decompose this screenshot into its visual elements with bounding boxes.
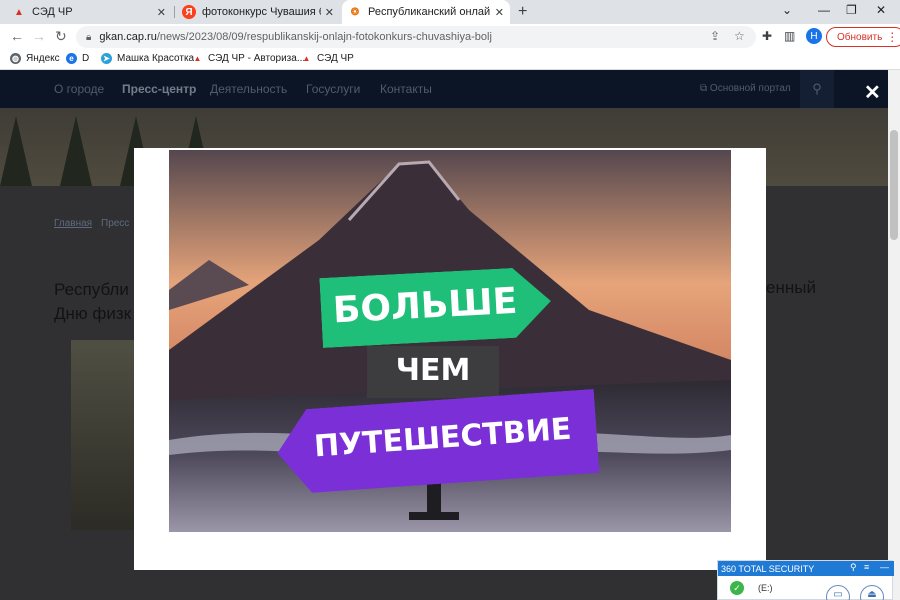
minimize-icon[interactable]: — — [818, 3, 830, 17]
url-path: /news/2023/08/09/respublikanskij-onlajn-… — [156, 31, 492, 43]
address-bar[interactable]: 🔒︎ gkan.cap.ru/news/2023/08/09/respublik… — [76, 26, 756, 48]
eject-icon[interactable]: ⏏ — [860, 585, 884, 600]
yandex-favicon-icon: Я — [182, 5, 196, 19]
cap-favicon-icon: ❂ — [350, 6, 360, 18]
share-icon[interactable]: ⇪ — [710, 29, 720, 43]
window-close-icon[interactable]: ✕ — [876, 3, 886, 17]
bookmark-yandex[interactable]: ◍ Яндекс — [10, 53, 60, 64]
restore-icon[interactable]: ❐ — [846, 3, 857, 17]
close-tab-icon[interactable]: ✕ — [495, 6, 504, 19]
tab-title: фотоконкурс Чувашия больше — [202, 6, 321, 18]
sign-puteshestvie-text: ПУТЕШЕСТВИЕ — [312, 411, 573, 465]
tab-divider — [174, 6, 175, 18]
widget-title: 360 TOTAL SECURITY — [721, 563, 815, 574]
close-tab-icon[interactable]: ✕ — [157, 6, 166, 19]
lightbox-close-icon[interactable]: ✕ — [864, 80, 881, 105]
url-host: gkan.cap.ru — [99, 31, 157, 43]
forward-icon[interactable]: → — [32, 28, 46, 44]
bookmark-d[interactable]: e D — [66, 53, 89, 64]
menu-icon[interactable]: ≡ — [864, 562, 869, 572]
bookmark-label: СЭД ЧР — [317, 53, 354, 64]
close-tab-icon[interactable]: ✕ — [325, 6, 334, 19]
sign-bolshe-text: БОЛЬШЕ — [331, 280, 519, 332]
bookmark-label: СЭД ЧР - Авториза... — [208, 53, 306, 64]
tab-photo-contest[interactable]: ❂ Республиканский онлайн-фото ✕ — [342, 0, 510, 24]
drive-label: (E:) — [758, 583, 773, 593]
minimize-icon[interactable]: — — [880, 562, 889, 572]
globe-icon: ◍ — [10, 53, 21, 64]
sign-bolshe: БОЛЬШЕ — [319, 266, 552, 348]
widget-header: 360 TOTAL SECURITY ⚲ ≡ — — [718, 561, 894, 576]
bookmark-sed-auth[interactable]: ▲ СЭД ЧР - Авториза... — [192, 53, 306, 64]
scrollbar-thumb[interactable] — [890, 130, 898, 240]
search-icon[interactable]: ⚲ — [850, 562, 857, 573]
profile-avatar[interactable]: Н — [806, 28, 822, 44]
security-widget[interactable]: 360 TOTAL SECURITY ⚲ ≡ — ✓ (E:) ▭ ⏏ — [717, 560, 894, 600]
sed-logo-icon: ▲ — [193, 54, 202, 63]
telegram-icon: ➤ — [101, 53, 112, 64]
bookmark-sed[interactable]: ▲ СЭД ЧР — [301, 53, 354, 64]
bookmarks-bar: ◍ Яндекс e D ➤ Машка Красотка ▲ СЭД ЧР -… — [0, 50, 900, 70]
tab-bar: ▲ СЭД ЧР ✕ Я фотоконкурс Чувашия больше … — [0, 0, 900, 24]
side-panel-icon[interactable]: ▥ — [784, 29, 795, 43]
browser-toolbar: ← → ↻ 🔒︎ gkan.cap.ru/news/2023/08/09/res… — [0, 24, 900, 50]
new-tab-icon[interactable]: + — [518, 3, 527, 21]
bookmark-label: Машка Красотка — [117, 53, 195, 64]
tab-title: Республиканский онлайн-фото — [368, 6, 491, 18]
tab-title: СЭД ЧР — [32, 6, 73, 18]
page-scrollbar[interactable] — [888, 70, 900, 600]
sign-chem: ЧЕМ — [367, 346, 499, 398]
sed-favicon-icon: ▲ — [14, 6, 24, 18]
sed-logo-icon: ▲ — [302, 54, 311, 63]
tab-search-chevron-icon[interactable]: ⌄ — [782, 3, 792, 17]
edge-icon: e — [66, 53, 77, 64]
sign-chem-text: ЧЕМ — [395, 353, 471, 388]
contest-poster-image: БОЛЬШЕ ЧЕМ ПУТЕШЕСТВИЕ — [169, 150, 731, 532]
bookmark-mashka[interactable]: ➤ Машка Красотка — [101, 53, 194, 64]
check-icon: ✓ — [730, 581, 744, 595]
tab-yandex-search[interactable]: Я фотоконкурс Чувашия больше ✕ — [176, 0, 340, 24]
menu-dots-icon[interactable]: ⋮ — [886, 30, 898, 44]
extensions-icon[interactable]: ✚ — [762, 29, 772, 43]
update-button-label: Обновить — [837, 31, 883, 43]
tab-sed[interactable]: ▲ СЭД ЧР ✕ — [6, 0, 172, 24]
bookmark-star-icon[interactable]: ☆ — [734, 29, 745, 43]
reload-icon[interactable]: ↻ — [55, 28, 67, 45]
lock-icon: 🔒︎ — [86, 31, 92, 43]
folder-icon[interactable]: ▭ — [826, 585, 850, 600]
update-button[interactable]: Обновить ⋮ — [826, 27, 900, 47]
back-icon[interactable]: ← — [10, 28, 24, 44]
bookmark-label: D — [82, 53, 90, 64]
bookmark-label: Яндекс — [26, 53, 60, 64]
lightbox-frame: БОЛЬШЕ ЧЕМ ПУТЕШЕСТВИЕ — [134, 148, 766, 570]
